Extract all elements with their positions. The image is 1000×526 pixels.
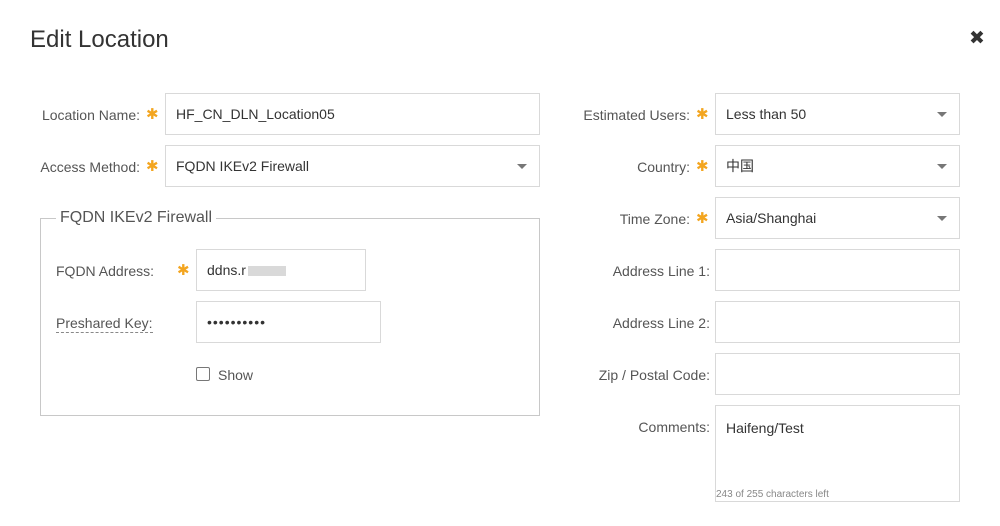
show-checkbox[interactable] [196,367,210,381]
estimated-users-select[interactable]: Less than 50 [715,93,960,135]
access-method-value: FQDN IKEv2 Firewall [176,158,310,174]
time-zone-value: Asia/Shanghai [726,210,817,226]
comments-textarea[interactable]: Haifeng/Test 243 of 255 characters left [715,405,960,502]
required-icon: ✱ [177,262,190,279]
country-select[interactable]: 中国 [715,145,960,187]
dialog-title: Edit Location [30,26,169,53]
character-counter: 243 of 255 characters left [716,489,829,500]
show-label: Show [218,367,254,383]
estimated-users-value: Less than 50 [726,106,807,122]
chevron-down-icon [937,164,947,169]
required-icon: ✱ [146,158,159,175]
country-label: Country: [637,159,690,175]
country-value: 中国 [726,158,754,174]
comments-value: Haifeng/Test [726,420,804,436]
preshared-key-label[interactable]: Preshared Key: [56,314,153,333]
group-title: FQDN IKEv2 Firewall [56,208,217,228]
fqdn-address-value: ddns.r [207,262,246,278]
required-icon: ✱ [146,106,159,123]
estimated-users-label: Estimated Users: [583,107,690,123]
chevron-down-icon [517,164,527,169]
redacted-text [247,266,286,277]
required-icon: ✱ [696,106,709,123]
time-zone-label: Time Zone: [619,211,690,227]
address-line-1-input[interactable] [715,249,960,291]
close-icon[interactable]: ✖ [966,28,988,50]
chevron-down-icon [937,112,947,117]
address-line-1-label: Address Line 1: [612,263,710,279]
required-icon: ✱ [696,158,709,175]
access-method-select[interactable]: FQDN IKEv2 Firewall [165,145,540,187]
address-line-2-label: Address Line 2: [612,315,710,331]
fqdn-address-input[interactable]: ddns.r [196,249,366,291]
comments-label: Comments: [638,419,710,435]
required-icon: ✱ [696,210,709,227]
zip-code-label: Zip / Postal Code: [598,367,710,383]
location-name-input[interactable]: HF_CN_DLN_Location05 [165,93,540,135]
fqdn-address-label: FQDN Address: [56,263,155,279]
preshared-key-input[interactable]: •••••••••• [196,301,381,343]
location-name-label: Location Name: [41,107,140,123]
chevron-down-icon [937,216,947,221]
address-line-2-input[interactable] [715,301,960,343]
zip-code-input[interactable] [715,353,960,395]
time-zone-select[interactable]: Asia/Shanghai [715,197,960,239]
edit-location-dialog: Edit Location ✖ Location Name: ✱ HF_CN_D… [0,0,1000,526]
access-method-label: Access Method: [40,159,140,175]
